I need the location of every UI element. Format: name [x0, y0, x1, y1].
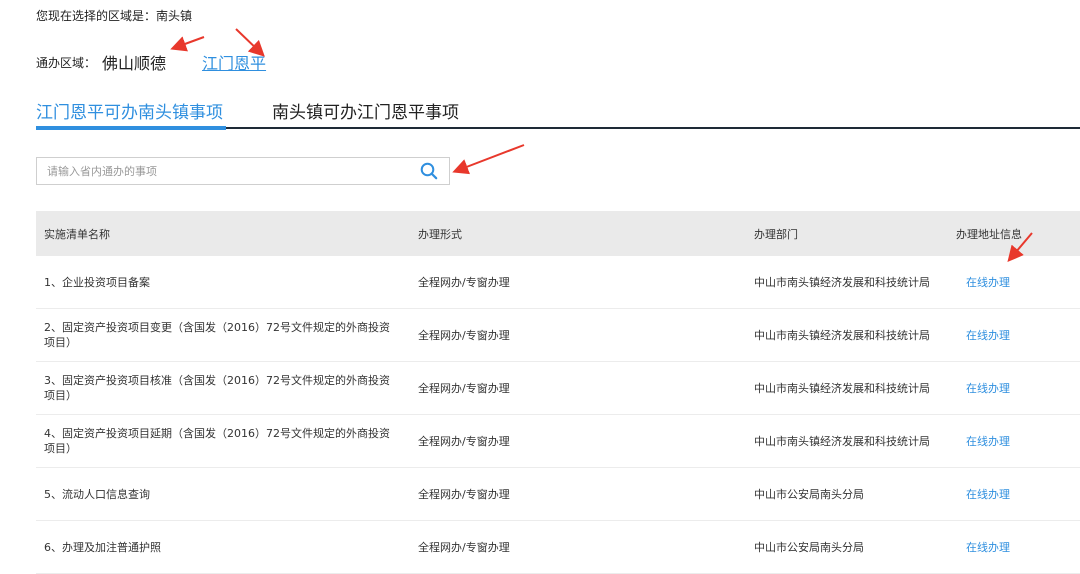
- table-header-row: 实施清单名称 办理形式 办理部门 办理地址信息: [36, 211, 1080, 256]
- item-dept: 中山市南头镇经济发展和科技统计局: [754, 414, 956, 468]
- items-table: 实施清单名称 办理形式 办理部门 办理地址信息 1、企业投资项目备案 全程网办/…: [36, 211, 1080, 574]
- item-dept: 中山市南头镇经济发展和科技统计局: [754, 256, 956, 309]
- item-name: 5、流动人口信息查询: [36, 467, 418, 521]
- table-row: 6、办理及加注普通护照 全程网办/专窗办理 中山市公安局南头分局 在线办理: [36, 520, 1080, 574]
- table-row: 2、固定资产投资项目变更（含国发（2016）72号文件规定的外商投资项目） 全程…: [36, 308, 1080, 362]
- current-region-text: 您现在选择的区域是：南头镇: [36, 9, 193, 23]
- item-dept: 中山市南头镇经济发展和科技统计局: [754, 308, 956, 362]
- item-dept: 中山市南头镇经济发展和科技统计局: [754, 361, 956, 415]
- item-form: 全程网办/专窗办理: [418, 308, 754, 362]
- item-dept: 中山市公安局南头分局: [754, 467, 956, 521]
- item-form: 全程网办/专窗办理: [418, 520, 754, 574]
- tab-jiangmen-enping-items[interactable]: 江门恩平可办南头镇事项: [36, 98, 223, 123]
- tab-bar: 江门恩平可办南头镇事项 南头镇可办江门恩平事项: [36, 98, 1080, 130]
- header-dept: 办理部门: [754, 211, 956, 256]
- tab-nantou-items[interactable]: 南头镇可办江门恩平事项: [272, 98, 459, 123]
- area-link-jiangmen-enping[interactable]: 江门恩平: [202, 50, 266, 74]
- table-row: 5、流动人口信息查询 全程网办/专窗办理 中山市公安局南头分局 在线办理: [36, 467, 1080, 521]
- online-handle-link[interactable]: 在线办理: [956, 329, 1010, 342]
- online-handle-link[interactable]: 在线办理: [956, 541, 1010, 554]
- area-selector: 通办区域： 佛山顺德 江门恩平: [36, 50, 266, 74]
- table-row: 4、固定资产投资项目延期（含国发（2016）72号文件规定的外商投资项目） 全程…: [36, 414, 1080, 468]
- table-row: 1、企业投资项目备案 全程网办/专窗办理 中山市南头镇经济发展和科技统计局 在线…: [36, 256, 1080, 309]
- item-form: 全程网办/专窗办理: [418, 256, 754, 309]
- item-form: 全程网办/专窗办理: [418, 361, 754, 415]
- item-name: 2、固定资产投资项目变更（含国发（2016）72号文件规定的外商投资项目）: [36, 308, 418, 362]
- search-box: [36, 157, 450, 185]
- search-icon: [420, 162, 438, 180]
- item-dept: 中山市公安局南头分局: [754, 520, 956, 574]
- table-row: 3、固定资产投资项目核准（含国发（2016）72号文件规定的外商投资项目） 全程…: [36, 361, 1080, 415]
- item-name: 6、办理及加注普通护照: [36, 520, 418, 574]
- item-form: 全程网办/专窗办理: [418, 414, 754, 468]
- online-handle-link[interactable]: 在线办理: [956, 382, 1010, 395]
- item-form: 全程网办/专窗办理: [418, 467, 754, 521]
- header-name: 实施清单名称: [36, 211, 418, 256]
- search-input[interactable]: [37, 158, 409, 184]
- item-name: 4、固定资产投资项目延期（含国发（2016）72号文件规定的外商投资项目）: [36, 414, 418, 468]
- online-handle-link[interactable]: 在线办理: [956, 488, 1010, 501]
- online-handle-link[interactable]: 在线办理: [956, 435, 1010, 448]
- area-current[interactable]: 佛山顺德: [102, 50, 166, 74]
- item-name: 3、固定资产投资项目核准（含国发（2016）72号文件规定的外商投资项目）: [36, 361, 418, 415]
- header-form: 办理形式: [418, 211, 754, 256]
- area-label: 通办区域：: [36, 55, 97, 70]
- online-handle-link[interactable]: 在线办理: [956, 276, 1010, 289]
- item-name: 1、企业投资项目备案: [36, 256, 418, 309]
- search-button[interactable]: [409, 158, 449, 184]
- active-tab-indicator: [36, 126, 226, 130]
- header-address: 办理地址信息: [956, 211, 1080, 256]
